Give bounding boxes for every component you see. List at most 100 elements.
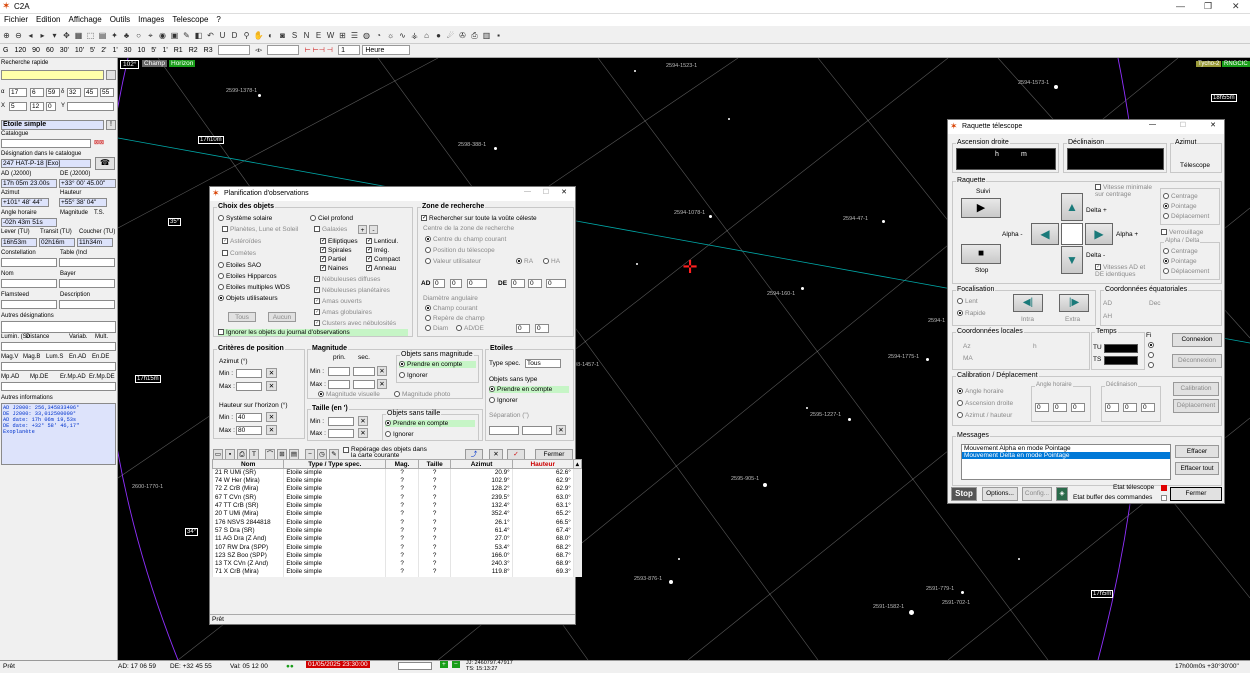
table-row[interactable]: 21 R UMi (SR) Etoile simple?? 20.9° 62.6° — [211, 468, 582, 477]
plus-button[interactable]: + — [358, 225, 367, 234]
clear-icon[interactable]: ✕ — [377, 366, 387, 376]
circle-icon[interactable]: ○ — [133, 30, 144, 41]
ad-h-field[interactable]: 0 — [433, 279, 445, 288]
ignorer-radio[interactable]: Ignorer — [399, 372, 428, 379]
grid-icon[interactable]: ▦ — [73, 30, 84, 41]
minimize-icon[interactable]: — — [1176, 1, 1185, 11]
menu-help[interactable]: ? — [212, 14, 224, 25]
telescope-reticle-icon[interactable]: ✛ — [680, 257, 700, 277]
val-util-radio[interactable]: Valeur utilisateur — [425, 258, 481, 265]
messages-list[interactable]: Mouvement Alpha en mode Pointage Mouveme… — [961, 444, 1171, 480]
stop-all-button[interactable]: Stop — [951, 487, 977, 501]
star[interactable] — [678, 558, 680, 560]
dropdown-icon[interactable]: ▾ — [49, 30, 60, 41]
table-icon[interactable]: ▤ — [97, 30, 108, 41]
restore-icon[interactable]: ❐ — [1204, 1, 1212, 12]
fov-1s[interactable]: 1' — [160, 44, 171, 57]
satellite-icon[interactable]: ✇ — [457, 30, 468, 41]
hand-icon[interactable]: ✋ — [253, 30, 264, 41]
fov-5s[interactable]: 5' — [148, 44, 159, 57]
vit-min-checkbox[interactable]: Vitesse minimale sur centrage — [1095, 184, 1155, 198]
col-hauteur[interactable]: Hauteur — [511, 459, 574, 469]
type-spec-select[interactable]: Tous — [525, 359, 561, 368]
scrollbar-cell[interactable] — [572, 559, 582, 569]
u-icon[interactable]: U — [217, 30, 228, 41]
az-max-input[interactable] — [236, 382, 262, 391]
star[interactable] — [961, 591, 964, 594]
ad-deplacement-radio[interactable]: Déplacement — [1163, 268, 1209, 275]
fov-input[interactable] — [217, 44, 250, 55]
curve-icon[interactable]: ∿ — [397, 30, 408, 41]
fov-60[interactable]: 60 — [43, 44, 57, 57]
connexion-button[interactable]: Connexion — [1172, 333, 1222, 347]
table-row[interactable]: 20 T UMi (Mira) Etoile simple?? 352.4° 65.2… — [211, 510, 582, 519]
rotation-input[interactable] — [267, 44, 300, 55]
table-row[interactable]: 11 AG Dra (Z And) Etoile simple?? 27.0° 68.… — [211, 535, 582, 544]
scrollbar-cell[interactable] — [572, 501, 582, 511]
aucun-button[interactable]: Aucun — [268, 312, 296, 322]
fov-30s[interactable]: 30 — [121, 44, 135, 57]
mag-max-sec[interactable] — [353, 380, 375, 389]
adde-radio[interactable]: AD/DE — [456, 325, 484, 332]
ra-radio[interactable]: RA — [516, 258, 533, 265]
fov-g[interactable]: G — [0, 44, 11, 57]
crosshair-icon[interactable]: ⌖ — [145, 30, 156, 41]
r1-button[interactable]: R1 — [171, 44, 186, 57]
status-date[interactable]: 01/05/2025 23:30:00 — [306, 661, 370, 668]
table-row[interactable]: 57 S Dra (SR) Etoile simple?? 61.4° 67.4° — [211, 526, 582, 536]
table-row[interactable]: 123 SZ Boo (SPP) Etoile simple?? 166.0° 68.… — [211, 551, 582, 560]
deconnexion-button[interactable]: Déconnexion — [1172, 354, 1222, 368]
scrollbar-cell[interactable] — [572, 477, 582, 486]
neb-plan-checkbox[interactable]: ✓ Nébuleuses planétaires — [314, 287, 390, 294]
menu-telescope[interactable]: Telescope — [168, 14, 212, 25]
fermer-raquette-button[interactable]: Fermer — [1170, 487, 1222, 501]
menu-affichage[interactable]: Affichage — [64, 14, 105, 25]
star[interactable] — [806, 407, 808, 409]
r3-button[interactable]: R3 — [201, 44, 216, 57]
delta-minus-button[interactable]: ▼ — [1061, 246, 1083, 274]
pointage-radio[interactable]: Pointage — [1163, 203, 1197, 210]
ra-hours-field[interactable]: 17 — [9, 88, 27, 97]
star[interactable] — [494, 147, 497, 150]
menu-edition[interactable]: Edition — [32, 14, 64, 25]
star[interactable] — [926, 358, 929, 361]
lent-radio[interactable]: Lent — [957, 298, 978, 305]
star[interactable] — [1054, 85, 1058, 89]
scrollbar-cell[interactable] — [572, 568, 582, 577]
star[interactable] — [763, 483, 767, 487]
star[interactable] — [709, 215, 712, 218]
n-icon[interactable]: N — [301, 30, 312, 41]
book-icon[interactable]: ▥ — [481, 30, 492, 41]
star[interactable] — [1018, 558, 1020, 560]
info-textarea[interactable]: AD J2000: 256,345833406° DE J2000: 33,012… — [1, 403, 116, 465]
port3-radio[interactable] — [1148, 362, 1154, 368]
dec-deg-field[interactable]: 32 — [67, 88, 81, 97]
ruler-icon[interactable]: ◧ — [193, 30, 204, 41]
config-button[interactable]: Config... — [1022, 487, 1052, 501]
lenticul-checkbox[interactable]: ✓ Lenticul. — [366, 238, 398, 245]
centrage-radio[interactable]: Centrage — [1163, 193, 1198, 200]
globe-icon[interactable]: ◉ — [157, 30, 168, 41]
time-control-icon[interactable]: ●● — [286, 663, 294, 670]
clear-icon[interactable]: ✕ — [266, 368, 277, 378]
info-button[interactable]: ! — [106, 120, 116, 130]
etoiles-hip-radio[interactable]: Etoiles Hipparcos — [218, 273, 277, 280]
message-item[interactable]: Mouvement Alpha en mode Pointage — [962, 445, 1170, 452]
calib-ah-m[interactable]: 0 — [1053, 403, 1067, 412]
forward-icon[interactable]: ▸ — [37, 30, 48, 41]
star[interactable] — [848, 418, 851, 421]
maximize-icon[interactable]: ☐ — [543, 188, 549, 196]
scrollbar-cell[interactable] — [572, 493, 582, 502]
sun-icon[interactable]: ☼ — [385, 30, 396, 41]
minus-button[interactable]: - — [369, 225, 378, 234]
clear-icon[interactable]: ✕ — [358, 416, 368, 426]
w-icon[interactable]: W — [325, 30, 336, 41]
alpha-minus-button[interactable]: ◀ — [1031, 223, 1059, 245]
close-icon[interactable]: ✕ — [1232, 1, 1240, 12]
horizon-toggle[interactable]: Horizon — [169, 60, 196, 67]
tous-button[interactable]: Tous — [228, 312, 256, 322]
save-icon[interactable]: ▪ — [493, 30, 504, 41]
calib-dec-m[interactable]: 0 — [1123, 403, 1137, 412]
dec-sec-field[interactable]: 55 — [100, 88, 114, 97]
col-azimut[interactable]: Azimut — [450, 459, 513, 469]
